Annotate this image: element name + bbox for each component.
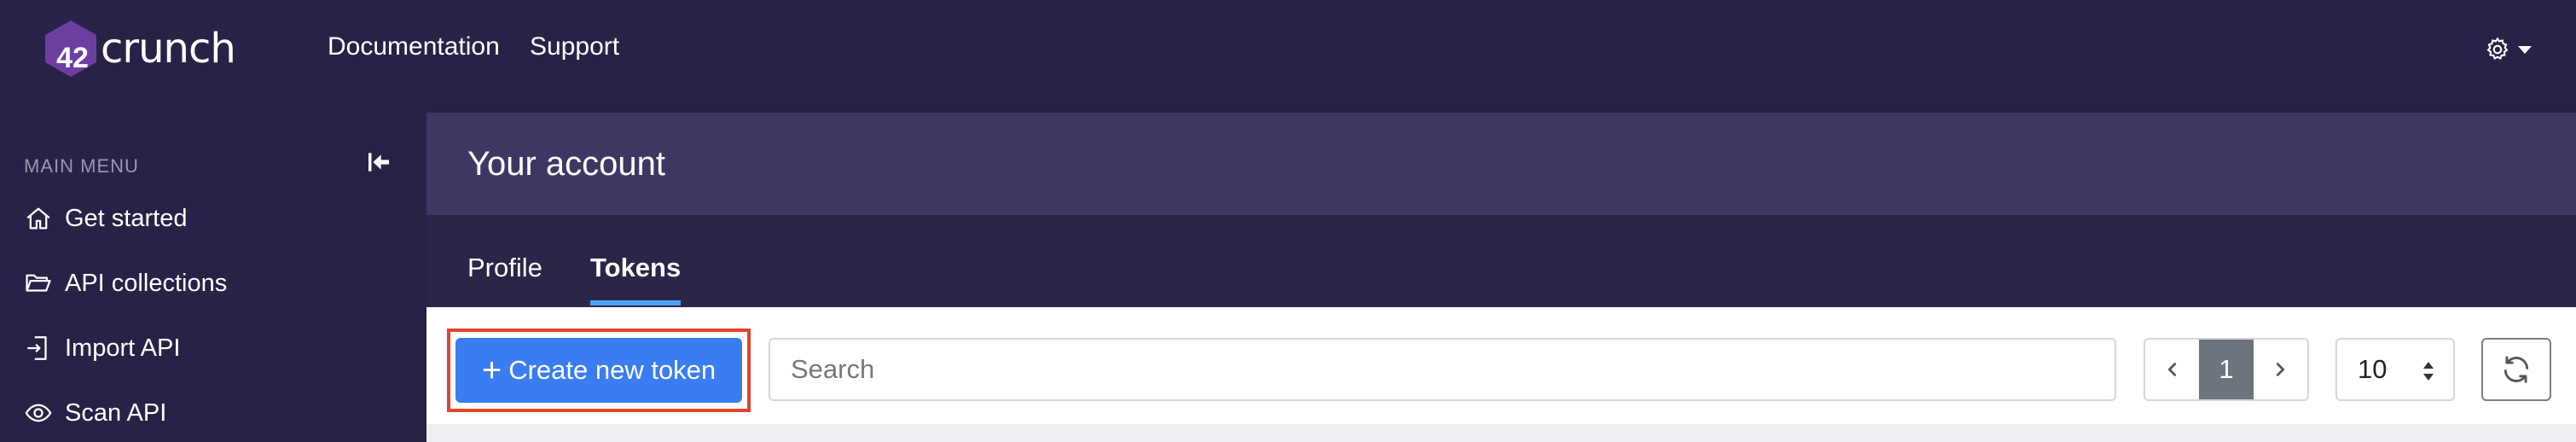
chevron-right-icon — [2277, 363, 2285, 376]
nav-documentation-link[interactable]: Documentation — [328, 32, 500, 61]
settings-menu-button[interactable] — [2484, 32, 2535, 67]
active-tab-indicator — [590, 300, 681, 305]
tabs-bar: Profile Tokens — [426, 215, 2576, 307]
folder-open-icon — [26, 274, 51, 292]
nav-support-link[interactable]: Support — [530, 32, 619, 61]
create-button-label: Create new token — [508, 355, 717, 385]
sidebar-item-scan-api[interactable]: Scan API — [24, 394, 166, 432]
pagination-next-button[interactable] — [2254, 340, 2307, 399]
page-header: Your account — [426, 113, 2576, 215]
sidebar: MAIN MENU Get started API collections Im… — [0, 113, 426, 442]
sidebar-item-label: Import API — [65, 334, 181, 362]
select-arrows-icon — [2423, 362, 2434, 381]
tab-tokens[interactable]: Tokens — [590, 253, 681, 283]
pagination-prev-button[interactable] — [2145, 340, 2199, 399]
home-icon — [26, 207, 50, 230]
logo-number: 42 — [56, 41, 89, 74]
pagination-current-page[interactable]: 1 — [2199, 340, 2254, 399]
brand-logo[interactable]: 42 crunch — [43, 19, 236, 79]
sidebar-item-import-api[interactable]: Import API — [24, 329, 180, 367]
per-page-value: 10 — [2358, 354, 2387, 384]
plus-icon: + — [481, 352, 502, 389]
import-icon — [27, 336, 47, 360]
gear-icon — [2486, 37, 2509, 60]
pagination: 1 — [2144, 338, 2309, 401]
logo-hexagon-icon: 42 — [43, 19, 99, 79]
collapse-left-icon — [368, 153, 389, 172]
table-header-strip — [426, 424, 2576, 442]
create-new-token-button[interactable]: + Create new token — [455, 338, 742, 403]
sidebar-collapse-button[interactable] — [365, 148, 392, 176]
search-input[interactable] — [770, 340, 2115, 399]
refresh-button[interactable] — [2481, 338, 2551, 401]
sidebar-heading: MAIN MENU — [24, 155, 139, 177]
sidebar-item-label: Get started — [65, 204, 188, 232]
eye-icon — [25, 404, 52, 422]
sidebar-item-label: Scan API — [65, 398, 167, 427]
page-title: Your account — [467, 145, 666, 183]
per-page-select[interactable]: 10 — [2335, 338, 2455, 401]
search-field[interactable] — [769, 338, 2116, 401]
logo-wordmark: crunch — [101, 25, 236, 73]
sidebar-item-api-collections[interactable]: API collections — [24, 265, 227, 302]
refresh-icon — [2503, 356, 2529, 383]
chevron-left-icon — [2167, 363, 2176, 376]
tab-profile[interactable]: Profile — [467, 253, 542, 283]
top-navbar: 42 crunch Documentation Support — [0, 0, 2576, 113]
sidebar-item-get-started[interactable]: Get started — [24, 200, 187, 237]
chevron-down-icon — [2518, 45, 2532, 54]
sidebar-item-label: API collections — [65, 269, 228, 297]
